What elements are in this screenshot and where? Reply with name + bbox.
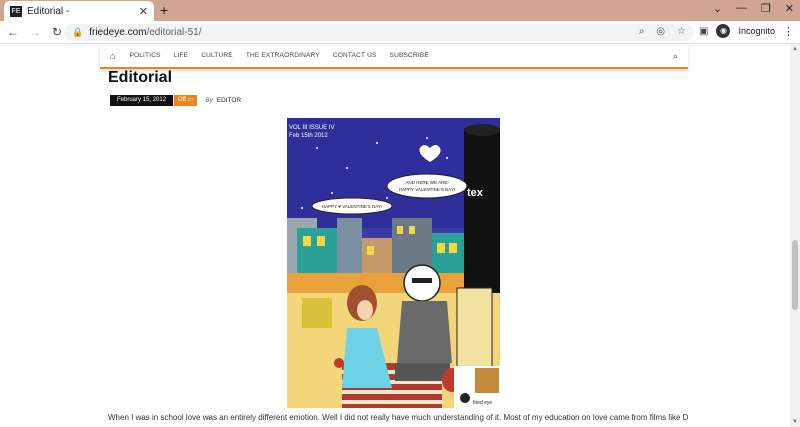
nav-the-extraordinary[interactable]: THE EXTRAORDINARY <box>246 52 320 59</box>
post-date: February 15, 2012 <box>110 95 174 106</box>
browser-toolbar: ← → ↻ 🔒 friedeye.com/editorial-51/ ⌕ ◎ ☆… <box>0 21 800 44</box>
side-panel-icon[interactable]: ▣ <box>699 26 708 37</box>
menu-icon[interactable]: ⋮ <box>783 25 794 38</box>
back-icon[interactable]: ← <box>4 25 22 39</box>
tab-search-icon[interactable]: ⌄ <box>713 2 722 15</box>
boy-speech-2: HAPPY VALENTINE'S DAY! <box>399 187 455 192</box>
comments-badge[interactable]: Off ▭ <box>174 95 198 106</box>
nav-contact-us[interactable]: CONTACT US <box>333 52 377 59</box>
forward-icon[interactable]: → <box>26 25 44 39</box>
page-scrollbar[interactable]: ▲ ▼ <box>790 44 800 427</box>
close-tab-icon[interactable]: ✕ <box>139 5 148 18</box>
bookmark-star-icon[interactable]: ☆ <box>677 26 686 37</box>
issue-line-1: VOL III ISSUE IV <box>289 125 334 131</box>
issue-line-2: Feb 15th 2012 <box>289 133 328 139</box>
page-title: Editorial <box>108 69 173 86</box>
post-meta: February 15, 2012 Off ▭ By EDITOR <box>110 95 241 106</box>
tracking-blocked-icon[interactable]: ◎ <box>656 26 665 37</box>
tab-title: Editorial - <box>27 5 70 17</box>
nav-politics[interactable]: POLITICS <box>129 52 160 59</box>
article-body: When I was in school love was an entirel… <box>108 413 688 422</box>
restore-icon[interactable]: ❐ <box>761 2 771 15</box>
site-navigation: ⌂ POLITICS LIFE CULTURE THE EXTRAORDINAR… <box>100 44 688 69</box>
comic-image: VOL III ISSUE IV Feb 15th 2012 tex HAPPY… <box>287 118 500 408</box>
browser-tab[interactable]: FE Editorial - ✕ <box>4 1 154 21</box>
scroll-thumb[interactable] <box>792 240 798 310</box>
comic-logo: fried eye <box>473 400 492 406</box>
scroll-up-icon[interactable]: ▲ <box>792 46 798 52</box>
nav-culture[interactable]: CULTURE <box>201 52 233 59</box>
scroll-down-icon[interactable]: ▼ <box>792 419 798 425</box>
incognito-icon[interactable]: ◉ <box>716 24 731 38</box>
search-icon[interactable]: ⌕ <box>673 51 678 62</box>
minimize-icon[interactable]: — <box>736 2 747 15</box>
author-link[interactable]: EDITOR <box>217 97 241 104</box>
lock-icon[interactable]: 🔒 <box>72 27 83 38</box>
byline: By EDITOR <box>205 97 242 104</box>
nav-subscribe[interactable]: SUBSCRIBE <box>390 52 429 59</box>
site-favicon-icon: FE <box>10 5 22 17</box>
zoom-icon[interactable]: ⌕ <box>639 26 645 37</box>
incognito-label[interactable]: Incognito <box>738 26 775 36</box>
nav-life[interactable]: LIFE <box>174 52 189 59</box>
new-tab-icon[interactable]: + <box>160 3 168 17</box>
girl-speech: HAPPY ♥ VALENTINE'S DAY! <box>322 204 382 209</box>
boy-speech-1: AND HERE WE ARE! <box>405 180 448 185</box>
tower-text: tex <box>467 187 484 199</box>
comment-icon: ▭ <box>187 97 194 103</box>
home-icon[interactable]: ⌂ <box>110 51 115 61</box>
tab-strip: FE Editorial - ✕ + ⌄ — ❐ ✕ <box>0 0 800 21</box>
window-controls: ⌄ — ❐ ✕ <box>713 2 794 15</box>
address-bar[interactable]: 🔒 friedeye.com/editorial-51/ ⌕ ◎ ☆ <box>64 24 694 41</box>
close-window-icon[interactable]: ✕ <box>785 2 794 15</box>
url-text: friedeye.com/editorial-51/ <box>89 27 202 38</box>
